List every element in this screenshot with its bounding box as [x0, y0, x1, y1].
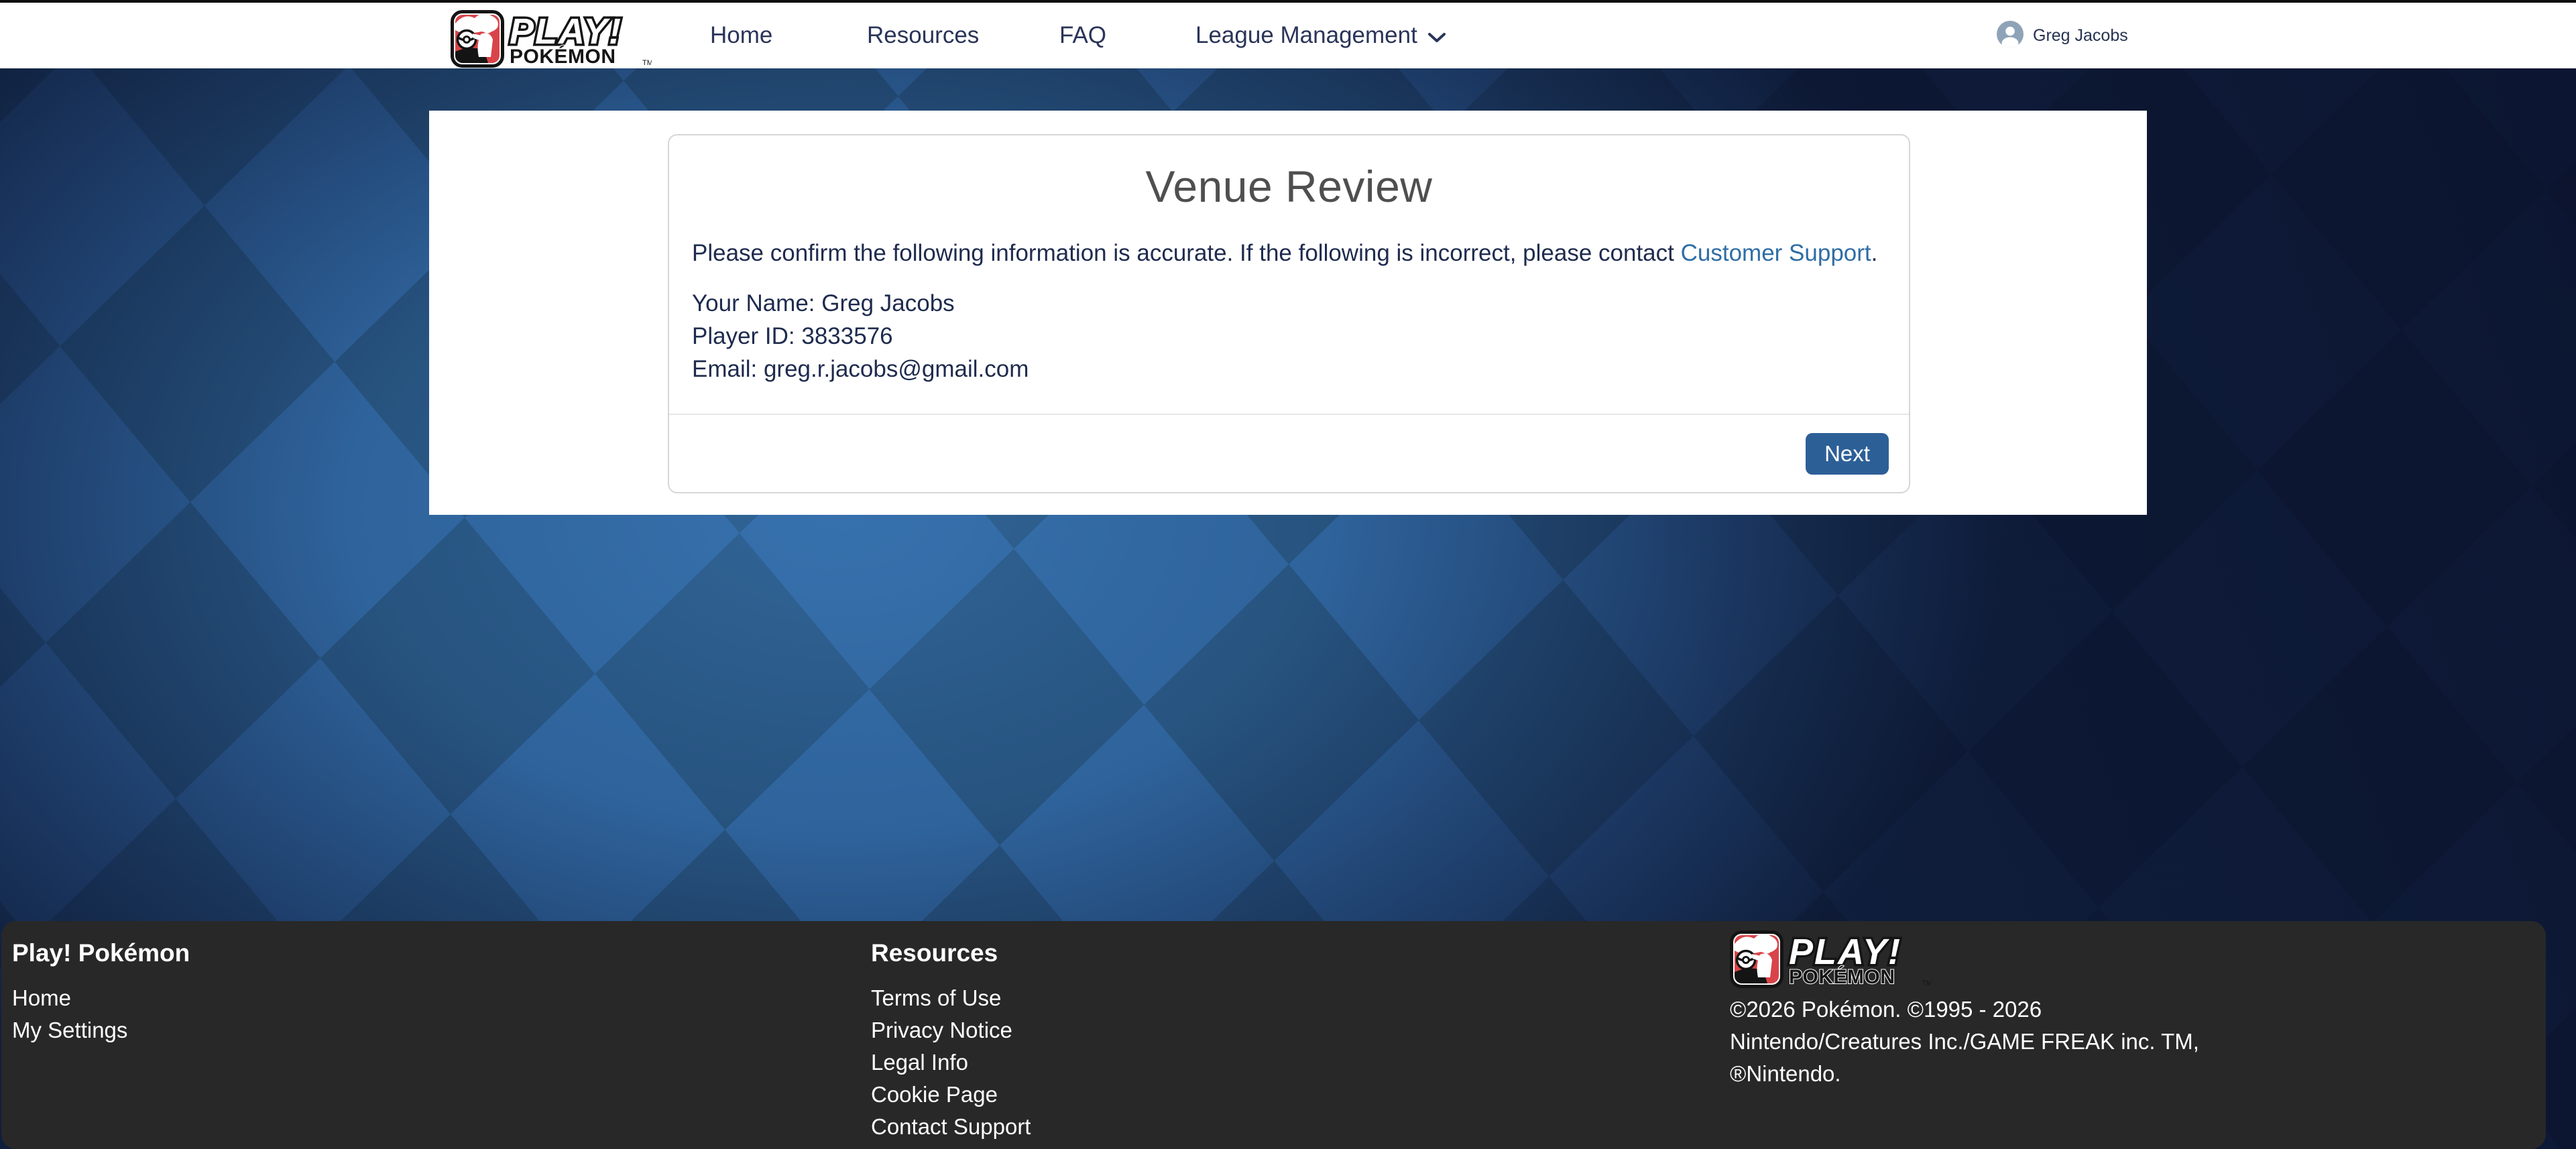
- play-pokemon-logo[interactable]: [451, 10, 652, 68]
- footer-link-contact-support[interactable]: Contact Support: [871, 1111, 1031, 1143]
- confirm-info-text-before: Please confirm the following information…: [692, 240, 1681, 266]
- player-id-line: Player ID: 3833576: [692, 320, 1886, 353]
- content-panel: Venue Review Please confirm the followin…: [429, 111, 2147, 515]
- player-name-line: Your Name: Greg Jacobs: [692, 287, 1886, 320]
- page-footer: Play! Pokémon Home My Settings Resources…: [1, 921, 2546, 1149]
- venue-review-card-body: Venue Review Please confirm the followin…: [669, 135, 1909, 414]
- footer-column-play-pokemon: Play! Pokémon Home My Settings: [12, 921, 190, 1046]
- chevron-down-icon: [1427, 23, 1447, 50]
- footer-link-home[interactable]: Home: [12, 982, 190, 1014]
- footer-link-terms-of-use[interactable]: Terms of Use: [871, 982, 1031, 1014]
- footer-column-legal: ©2026 Pokémon. ©1995 - 2026 Nintendo/Cre…: [1730, 921, 2199, 1090]
- footer-link-legal-info[interactable]: Legal Info: [871, 1046, 1031, 1079]
- copyright-line-2: Nintendo/Creatures Inc./GAME FREAK inc. …: [1730, 1026, 2199, 1058]
- next-button[interactable]: Next: [1806, 433, 1889, 475]
- footer-play-pokemon-logo: [1730, 930, 1931, 988]
- customer-support-link[interactable]: Customer Support: [1681, 240, 1871, 266]
- top-navbar: Home Resources FAQ League Management Gre…: [0, 0, 2576, 68]
- confirm-info-text: Please confirm the following information…: [692, 237, 1886, 269]
- nav-dropdown-league-management[interactable]: League Management: [1195, 3, 1447, 68]
- footer-link-privacy-notice[interactable]: Privacy Notice: [871, 1014, 1031, 1046]
- player-email-line: Email: greg.r.jacobs@gmail.com: [692, 353, 1886, 385]
- user-name: Greg Jacobs: [2033, 26, 2128, 46]
- user-menu[interactable]: Greg Jacobs: [1997, 3, 2128, 68]
- page-title: Venue Review: [692, 161, 1886, 212]
- player-info-block: Your Name: Greg Jacobs Player ID: 383357…: [692, 287, 1886, 385]
- footer-heading-play-pokemon: Play! Pokémon: [12, 939, 190, 967]
- nav-link-faq[interactable]: FAQ: [1059, 3, 1106, 68]
- venue-review-card: Venue Review Please confirm the followin…: [668, 134, 1910, 493]
- nav-link-league-management-label: League Management: [1195, 22, 1417, 49]
- footer-heading-resources: Resources: [871, 939, 1031, 967]
- user-avatar-icon: [1997, 21, 2024, 51]
- copyright-line-1: ©2026 Pokémon. ©1995 - 2026: [1730, 993, 2199, 1026]
- nav-link-home[interactable]: Home: [710, 3, 772, 68]
- card-footer: Next: [669, 414, 1909, 492]
- nav-link-resources[interactable]: Resources: [867, 3, 979, 68]
- copyright-line-3: ®Nintendo.: [1730, 1058, 2199, 1090]
- footer-column-resources: Resources Terms of Use Privacy Notice Le…: [871, 921, 1031, 1143]
- footer-link-cookie-page[interactable]: Cookie Page: [871, 1079, 1031, 1111]
- copyright-text: ©2026 Pokémon. ©1995 - 2026 Nintendo/Cre…: [1730, 993, 2199, 1090]
- confirm-info-text-after: .: [1871, 240, 1878, 266]
- footer-link-my-settings[interactable]: My Settings: [12, 1014, 190, 1046]
